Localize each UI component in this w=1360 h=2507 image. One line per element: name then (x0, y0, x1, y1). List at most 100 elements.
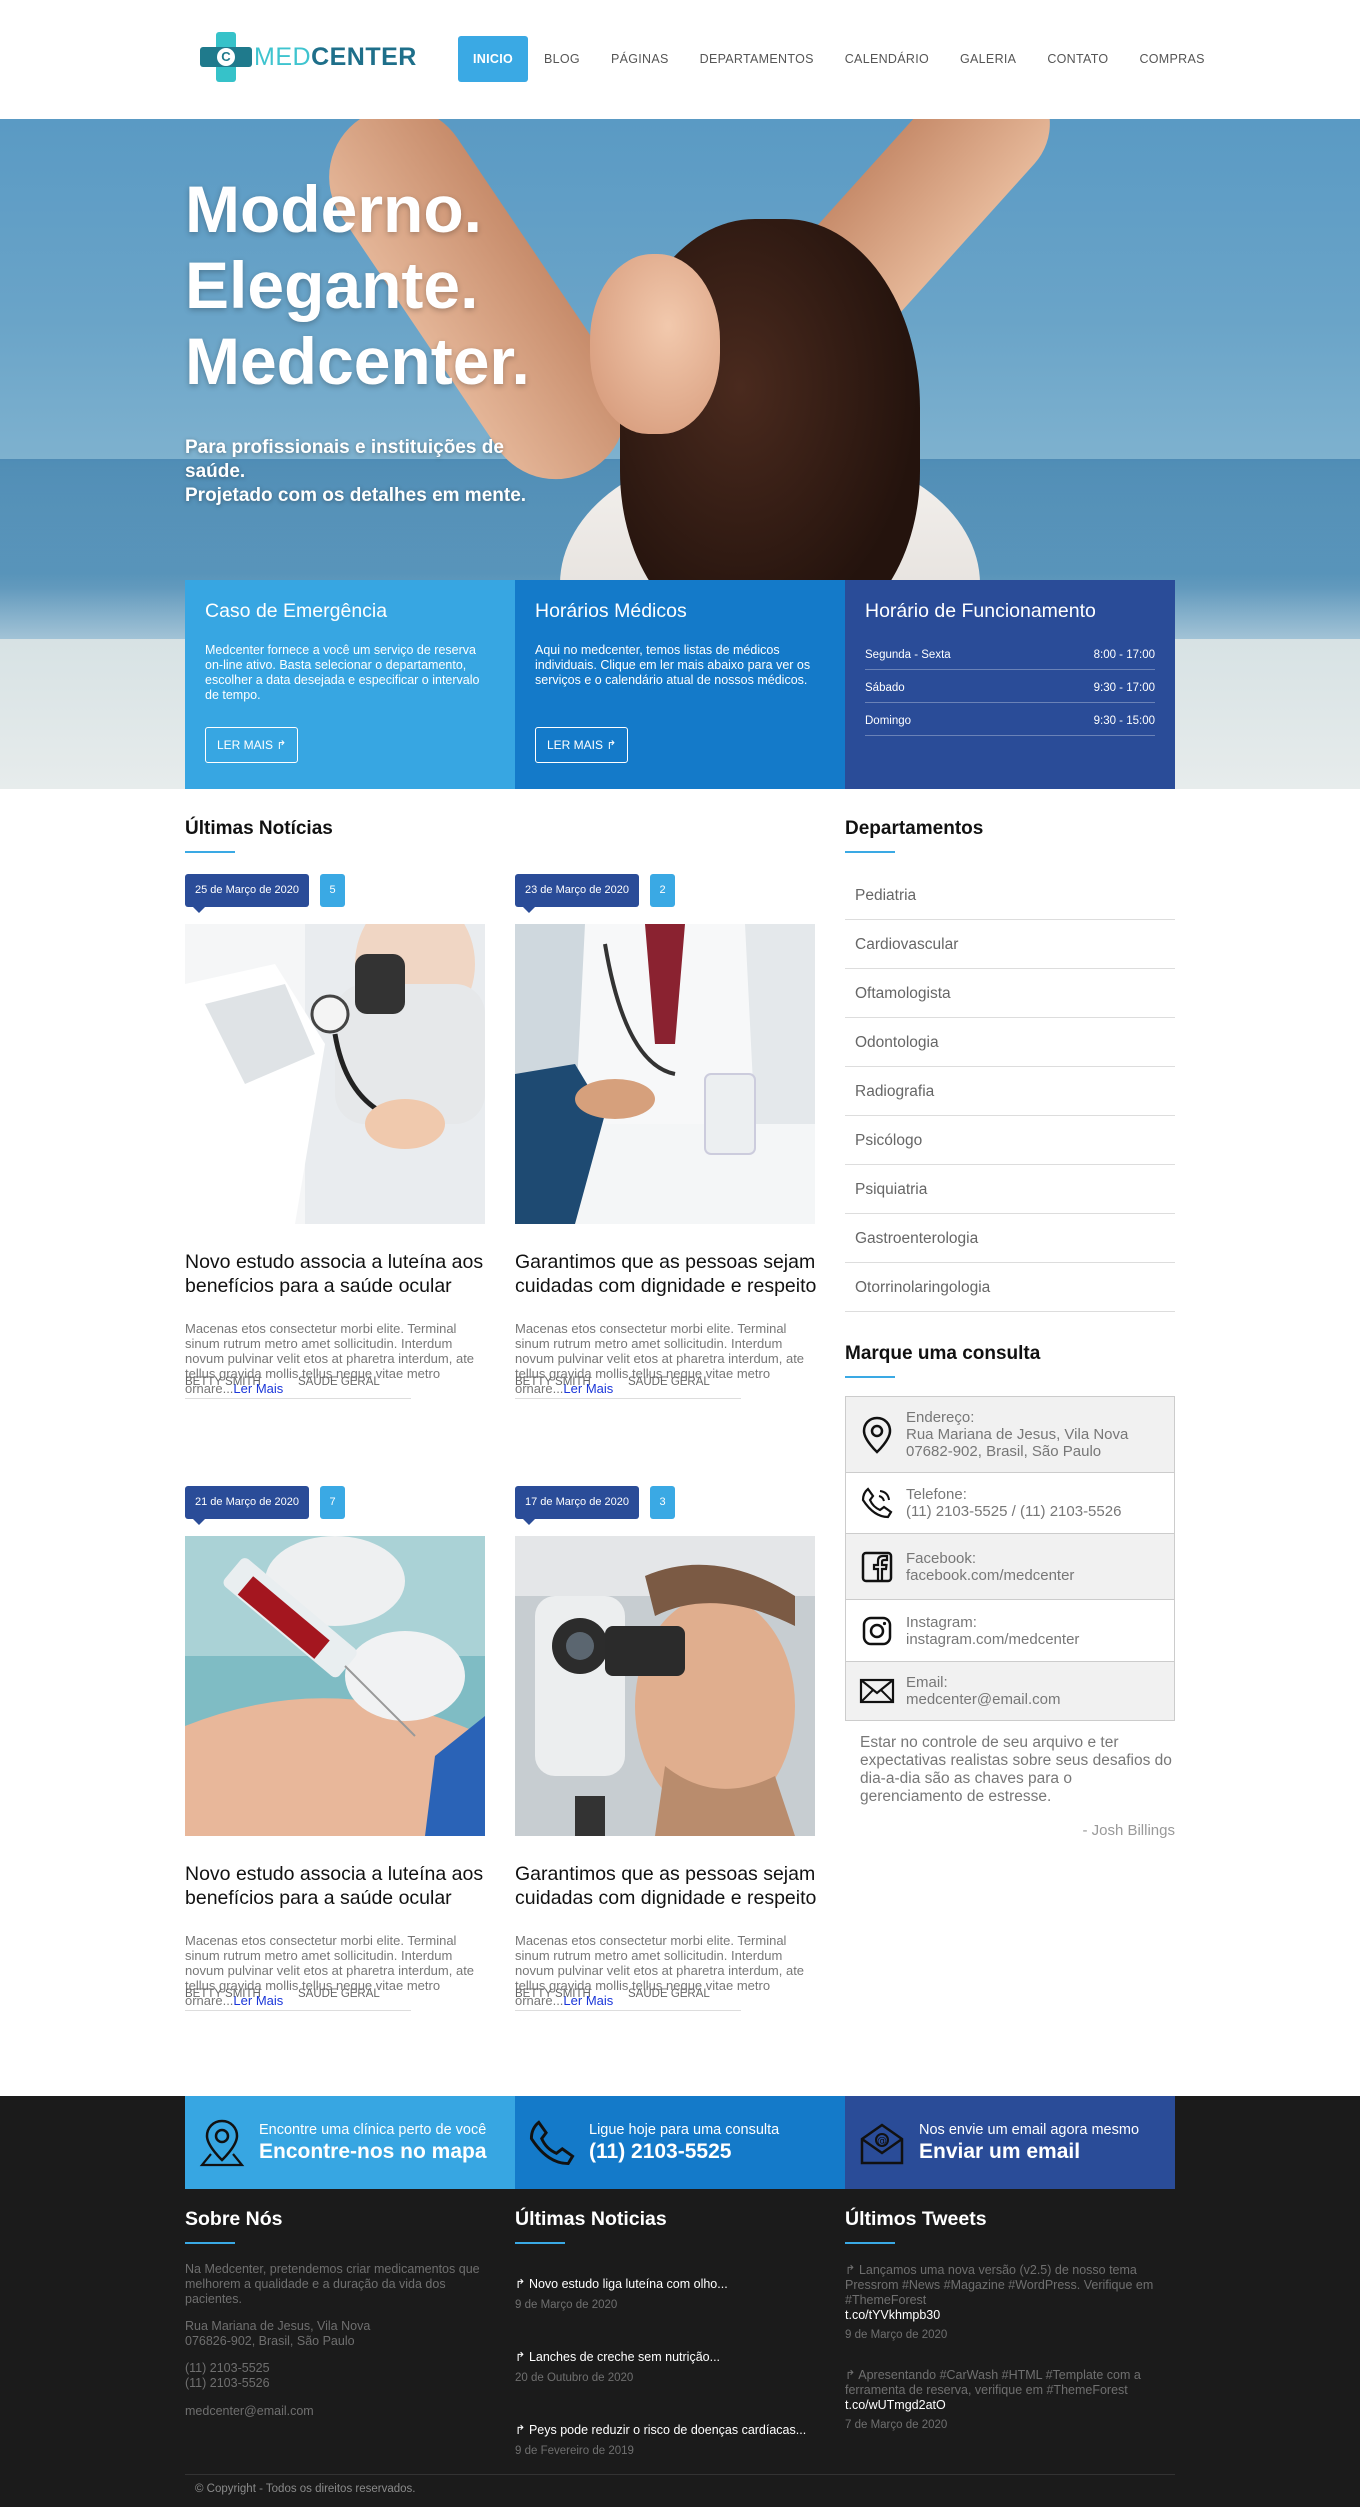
news-heading: Últimas Notícias (185, 818, 333, 853)
footer-news-item[interactable]: ↱ Peys pode reduzir o risco de doenças c… (515, 2422, 806, 2457)
post-author[interactable]: BETTY SMITH (515, 1376, 628, 1399)
footer-news-heading: Últimas Noticias (515, 2208, 667, 2230)
footer-email-link[interactable]: medcenter@email.com (185, 2404, 505, 2419)
schedule-text: Aqui no medcenter, temos listas de médic… (535, 643, 811, 687)
nav-galeria[interactable]: GALERIA (960, 36, 1016, 82)
post-category[interactable]: SAÚDE GERAL (298, 1988, 411, 2011)
map-pin-icon (197, 2118, 247, 2168)
envelope-icon (858, 1672, 896, 1710)
copyright: © Copyright - Todos os direitos reservad… (185, 2474, 1175, 2495)
nav-contato[interactable]: CONTATO (1047, 36, 1108, 82)
hours-row: Segunda - Sexta 8:00 - 17:00 (865, 643, 1155, 670)
department-link[interactable]: Psicólogo (845, 1116, 1175, 1165)
mail-icon: @ (857, 2118, 907, 2168)
cta-email[interactable]: @ Nos envie um email agora mesmo Enviar u… (845, 2096, 1175, 2189)
footer-tweets-heading: Últimos Tweets (845, 2208, 987, 2230)
contact-facebook[interactable]: Facebook: facebook.com/medcenter (846, 1534, 1174, 1600)
phone-icon (527, 2118, 577, 2168)
post-author[interactable]: BETTY SMITH (185, 1988, 298, 2011)
contact-list: Endereço: Rua Mariana de Jesus, Vila Nova… (845, 1396, 1175, 1721)
hero-title: Moderno. Elegante. Medcenter. (185, 172, 530, 398)
main-nav: INICIO BLOG PÁGINAS DEPARTAMENTOS CALEND… (458, 36, 1236, 82)
cta-bar: Encontre uma clínica perto de você Encont… (185, 2096, 1175, 2189)
post-title[interactable]: Novo estudo associa a luteína aos benefí… (185, 1250, 515, 1298)
footer-tweets: Últimos Tweets ↱ Lançamos uma nova versã… (845, 2208, 1165, 2431)
hero-photo-face (590, 254, 720, 434)
site-footer: Encontre uma clínica perto de você Encont… (0, 2096, 1360, 2507)
post-author[interactable]: BETTY SMITH (515, 1988, 628, 2011)
schedule-title: Horários Médicos (535, 600, 687, 622)
footer-about: Sobre Nós Na Medcenter, pretendemos cria… (185, 2208, 505, 2419)
emergency-text: Medcenter fornece a você um serviço de r… (205, 643, 480, 702)
footer-about-heading: Sobre Nós (185, 2208, 283, 2230)
post-image[interactable] (515, 1536, 815, 1836)
nav-inicio[interactable]: INICIO (458, 36, 528, 82)
emergency-box: Caso de Emergência Medcenter fornece a v… (185, 580, 515, 789)
hero-subtitle: Para profissionais e instituições de saú… (185, 437, 527, 506)
comment-count[interactable]: 3 (650, 1486, 675, 1519)
hours-row: Sábado 9:30 - 17:00 (865, 676, 1155, 703)
department-link[interactable]: Psiquiatria (845, 1165, 1175, 1214)
post-category[interactable]: SAÚDE GERAL (628, 1376, 741, 1399)
comment-count[interactable]: 5 (320, 874, 345, 907)
department-link[interactable]: Odontologia (845, 1018, 1175, 1067)
contact-email[interactable]: Email: medcenter@email.com (846, 1662, 1174, 1720)
nav-compras[interactable]: COMPRAS (1139, 36, 1204, 82)
emergency-title: Caso de Emergência (205, 600, 388, 622)
post-author[interactable]: BETTY SMITH (185, 1376, 298, 1399)
phone-icon (858, 1484, 896, 1522)
nav-blog[interactable]: BLOG (544, 36, 580, 82)
post-date: 17 de Março de 2020 (515, 1486, 639, 1525)
logo[interactable]: C MEDCENTER (200, 32, 417, 82)
tweet-link[interactable]: t.co/wUTmgd2atO (845, 2398, 1170, 2412)
post-image[interactable] (185, 924, 485, 1224)
logo-cross-icon: C (200, 32, 252, 82)
footer-news-item[interactable]: ↱ Lanches de creche sem nutrição... 20 de… (515, 2349, 720, 2384)
nav-paginas[interactable]: PÁGINAS (611, 36, 669, 82)
post-image[interactable] (185, 1536, 485, 1836)
svg-text:@: @ (877, 2136, 887, 2147)
facebook-icon (858, 1548, 896, 1586)
quote-author: - Josh Billings (1082, 1822, 1175, 1839)
info-boxes: Caso de Emergência Medcenter fornece a v… (185, 580, 1175, 789)
department-link[interactable]: Gastroenterologia (845, 1214, 1175, 1263)
tweet-link[interactable]: t.co/tYVkhmpb30 (845, 2308, 1170, 2322)
footer-news: Últimas Noticias ↱ Novo estudo liga lute… (515, 2208, 835, 2457)
post-title[interactable]: Novo estudo associa a luteína aos benefí… (185, 1862, 515, 1910)
hours-title: Horário de Funcionamento (865, 600, 1096, 622)
department-link[interactable]: Oftamologista (845, 969, 1175, 1018)
schedule-box: Horários Médicos Aqui no medcenter, temo… (515, 580, 845, 789)
map-pin-icon (858, 1416, 896, 1454)
nav-departamentos[interactable]: DEPARTAMENTOS (700, 36, 814, 82)
site-header: C MEDCENTER INICIO BLOG PÁGINAS DEPARTAM… (0, 0, 1360, 119)
comment-count[interactable]: 7 (320, 1486, 345, 1519)
instagram-icon (858, 1612, 896, 1650)
schedule-read-more-button[interactable]: LER MAIS ↱ (535, 727, 629, 763)
emergency-read-more-button[interactable]: LER MAIS ↱ (205, 727, 299, 763)
tweet-item: ↱ Apresentando #CarWash #HTML #Template … (845, 2368, 1170, 2431)
post-date: 25 de Março de 2020 (185, 874, 309, 913)
post-date: 21 de Março de 2020 (185, 1486, 309, 1525)
department-link[interactable]: Cardiovascular (845, 920, 1175, 969)
department-link[interactable]: Radiografia (845, 1067, 1175, 1116)
post-image[interactable] (515, 924, 815, 1224)
departments-list: Pediatria Cardiovascular Oftamologista O… (845, 871, 1175, 1312)
contact-instagram[interactable]: Instagram: instagram.com/medcenter (846, 1600, 1174, 1662)
tweet-item: ↱ Lançamos uma nova versão (v2.5) de nos… (845, 2263, 1170, 2341)
departments-heading: Departamentos (845, 818, 983, 853)
contact-phone[interactable]: Telefone: (11) 2103-5525 / (11) 2103-5526 (846, 1473, 1174, 1534)
post-category[interactable]: SAÚDE GERAL (628, 1988, 741, 2011)
post-category[interactable]: SAÚDE GERAL (298, 1376, 411, 1399)
department-link[interactable]: Otorrinolaringologia (845, 1263, 1175, 1312)
appointment-heading: Marque uma consulta (845, 1343, 1040, 1378)
nav-calendario[interactable]: CALENDÁRIO (845, 36, 929, 82)
post-title[interactable]: Garantimos que as pessoas sejam cuidadas… (515, 1862, 845, 1910)
cta-map[interactable]: Encontre uma clínica perto de você Encont… (185, 2096, 515, 2189)
footer-news-item[interactable]: ↱ Novo estudo liga luteína com olho... 9 … (515, 2276, 728, 2311)
department-link[interactable]: Pediatria (845, 871, 1175, 920)
post-title[interactable]: Garantimos que as pessoas sejam cuidadas… (515, 1250, 845, 1298)
comment-count[interactable]: 2 (650, 874, 675, 907)
cta-phone[interactable]: Ligue hoje para uma consulta (11) 2103-55… (515, 2096, 845, 2189)
logo-text-center: CENTER (311, 42, 417, 71)
post-date: 23 de Março de 2020 (515, 874, 639, 913)
